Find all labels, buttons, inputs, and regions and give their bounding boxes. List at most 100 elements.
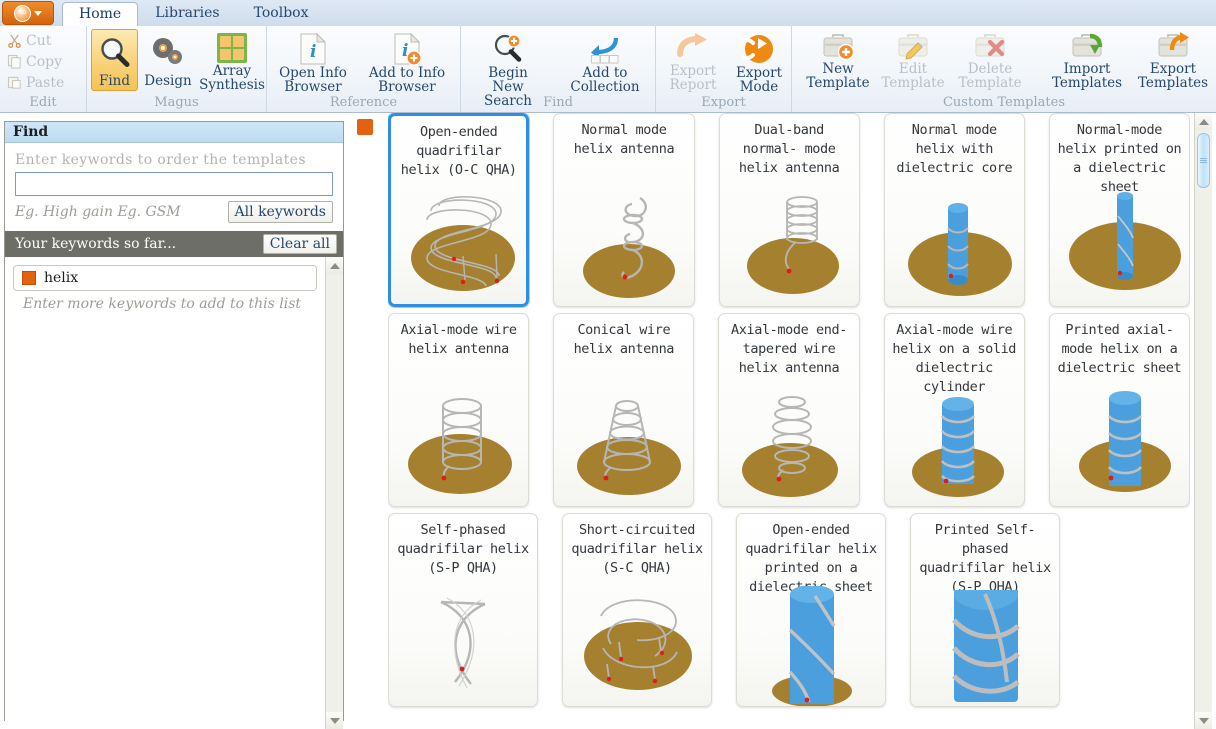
keywords-bar-label: Your keywords so far...: [15, 236, 177, 252]
add-to-info-browser-button[interactable]: i Add to Info Browser: [359, 29, 455, 95]
template-card[interactable]: Normal-mode helix printed on a dielectri…: [1048, 113, 1190, 307]
template-thumbnail: [440, 597, 486, 689]
export-circle-arrow-icon: [742, 32, 776, 66]
info-document-add-icon: i: [392, 32, 422, 66]
add-to-info-browser-label: Add to Info Browser: [368, 65, 446, 95]
template-title: Short-circuited quadrifilar helix (S-C Q…: [571, 522, 703, 576]
cut-label: Cut: [26, 32, 52, 49]
template-row: Axial-mode wire helix antenna Conical wi…: [388, 313, 1190, 507]
template-thumbnail: [408, 398, 512, 494]
template-card[interactable]: Conical wire helix antenna: [553, 313, 695, 507]
array-synthesis-button[interactable]: Array Synthesis: [198, 29, 266, 92]
keywords-list-wrap: helix Enter more keywords to add to this…: [5, 257, 343, 729]
template-thumbnail: [772, 586, 852, 706]
template-thumbnail: [583, 196, 676, 298]
design-label: Design: [144, 73, 192, 89]
template-card[interactable]: Axial-mode end- tapered wire helix anten…: [718, 313, 860, 507]
template-thumbnail: [746, 196, 839, 294]
begin-new-search-button[interactable]: Begin New Search: [467, 29, 549, 108]
keyword-search-input[interactable]: [15, 172, 333, 196]
import-templates-button[interactable]: Import Templates: [1045, 29, 1129, 91]
template-card[interactable]: Normal mode helix with dielectric core: [883, 113, 1025, 307]
add-to-collection-button[interactable]: Add to Collection: [555, 29, 655, 95]
find-examples-row: Eg. High gain Eg. GSM All keywords: [5, 196, 343, 223]
export-report-button[interactable]: Export Report: [662, 29, 724, 92]
triangle-up-icon: [329, 262, 340, 269]
add-to-collection-label: Add to Collection: [570, 65, 640, 95]
template-card[interactable]: Printed axial- mode helix on a dielectri…: [1048, 313, 1190, 507]
ribbon-toolbar: Cut Copy Paste Edit Find Design Array Sy…: [0, 26, 1216, 113]
template-title: Dual-band normal- mode helix antenna: [738, 122, 840, 176]
template-card[interactable]: Open-ended quadrifilar helix (O-C QHA): [388, 113, 530, 307]
briefcase-export-icon: [1156, 32, 1190, 62]
open-info-browser-button[interactable]: i Open Info Browser: [271, 29, 355, 95]
template-card[interactable]: Axial-mode wire helix on a solid dielect…: [883, 313, 1025, 507]
template-thumbnail: [907, 203, 1012, 296]
keyword-match-marker: [357, 119, 373, 135]
scroll-down-button[interactable]: [1195, 712, 1212, 729]
delete-template-label: Delete Template: [958, 61, 1022, 91]
keywords-bar: Your keywords so far... Clear all: [5, 231, 343, 257]
all-keywords-button[interactable]: All keywords: [227, 201, 333, 223]
scroll-up-button[interactable]: [326, 257, 343, 274]
app-menu-button[interactable]: ∞: [2, 1, 54, 25]
paste-button[interactable]: Paste: [4, 72, 64, 93]
template-card[interactable]: Normal mode helix antenna: [553, 113, 695, 307]
magnifier-icon: [97, 32, 133, 74]
antenna-magus-logo-icon: ∞: [14, 4, 31, 22]
new-template-button[interactable]: New Template: [802, 29, 874, 91]
template-thumbnail: [1068, 192, 1181, 290]
find-panel-scrollbar[interactable]: [325, 257, 343, 729]
edit-template-button[interactable]: Edit Template: [876, 29, 950, 91]
open-info-browser-label: Open Info Browser: [279, 65, 347, 95]
template-card[interactable]: Dual-band normal- mode helix antenna: [718, 113, 860, 307]
find-hint-label: Enter keywords to order the templates: [15, 152, 306, 168]
blue-arrow-collection-icon: [586, 32, 624, 66]
ribbon-group-find: Begin New Search Add to Collection Find: [460, 26, 655, 112]
template-title: Printed Self- phased quadrifilar helix (…: [919, 522, 1051, 595]
template-title: Self-phased quadrifilar helix (S-P QHA): [397, 522, 529, 576]
delete-template-button[interactable]: Delete Template: [952, 29, 1028, 91]
template-row: Self-phased quadrifilar helix (S-P QHA): [388, 513, 1190, 707]
clear-all-button[interactable]: Clear all: [262, 234, 337, 254]
triangle-down-icon: [1198, 717, 1209, 724]
ribbon-group-reference: i Open Info Browser i Add to Info Browse…: [266, 26, 460, 112]
copy-icon: [7, 54, 21, 69]
template-card[interactable]: Axial-mode wire helix antenna: [388, 313, 530, 507]
cut-button[interactable]: Cut: [4, 30, 51, 51]
briefcase-pencil-icon: [896, 32, 930, 62]
template-thumbnail: [911, 397, 1004, 497]
template-grid-area: Open-ended quadrifilar helix (O-C QHA) N…: [350, 113, 1216, 729]
export-templates-button[interactable]: Export Templates: [1131, 29, 1215, 91]
template-thumbnail: [584, 599, 692, 690]
template-title: Normal mode helix with dielectric core: [896, 122, 1013, 176]
svg-text:i: i: [310, 42, 316, 62]
template-grid-scrollbar[interactable]: [1194, 113, 1212, 729]
template-thumbnail: [742, 396, 839, 497]
template-card[interactable]: Self-phased quadrifilar helix (S-P QHA): [388, 513, 538, 707]
export-mode-button[interactable]: Export Mode: [728, 29, 790, 94]
tab-libraries[interactable]: Libraries: [138, 1, 236, 26]
keyword-color-swatch: [22, 271, 36, 285]
paste-label: Paste: [26, 74, 65, 91]
template-title: Axial-mode wire helix antenna: [400, 322, 517, 357]
ribbon-group-export: Export Report Export Mode Export: [655, 26, 791, 112]
find-button[interactable]: Find: [91, 29, 138, 91]
logo-glyph: ∞: [18, 7, 27, 18]
tab-toolbox[interactable]: Toolbox: [237, 1, 326, 26]
keyword-chip-helix[interactable]: helix: [13, 265, 317, 291]
template-card[interactable]: Short-circuited quadrifilar helix (S-C Q…: [562, 513, 712, 707]
copy-button[interactable]: Copy: [4, 51, 62, 72]
template-thumbnail: [411, 196, 515, 291]
template-card[interactable]: Open-ended quadrifilar helix printed on …: [736, 513, 886, 707]
scroll-down-button[interactable]: [326, 712, 343, 729]
scroll-up-button[interactable]: [1195, 113, 1212, 130]
scrollbar-thumb[interactable]: [1197, 133, 1210, 188]
design-button[interactable]: Design: [140, 29, 196, 91]
template-card[interactable]: Printed Self- phased quadrifilar helix (…: [910, 513, 1060, 707]
triangle-down-icon: [329, 717, 340, 724]
tab-home[interactable]: Home: [62, 2, 139, 27]
template-title: Normal-mode helix printed on a dielectri…: [1057, 122, 1182, 195]
briefcase-import-icon: [1070, 32, 1104, 62]
find-panel-header: Find: [5, 122, 343, 143]
